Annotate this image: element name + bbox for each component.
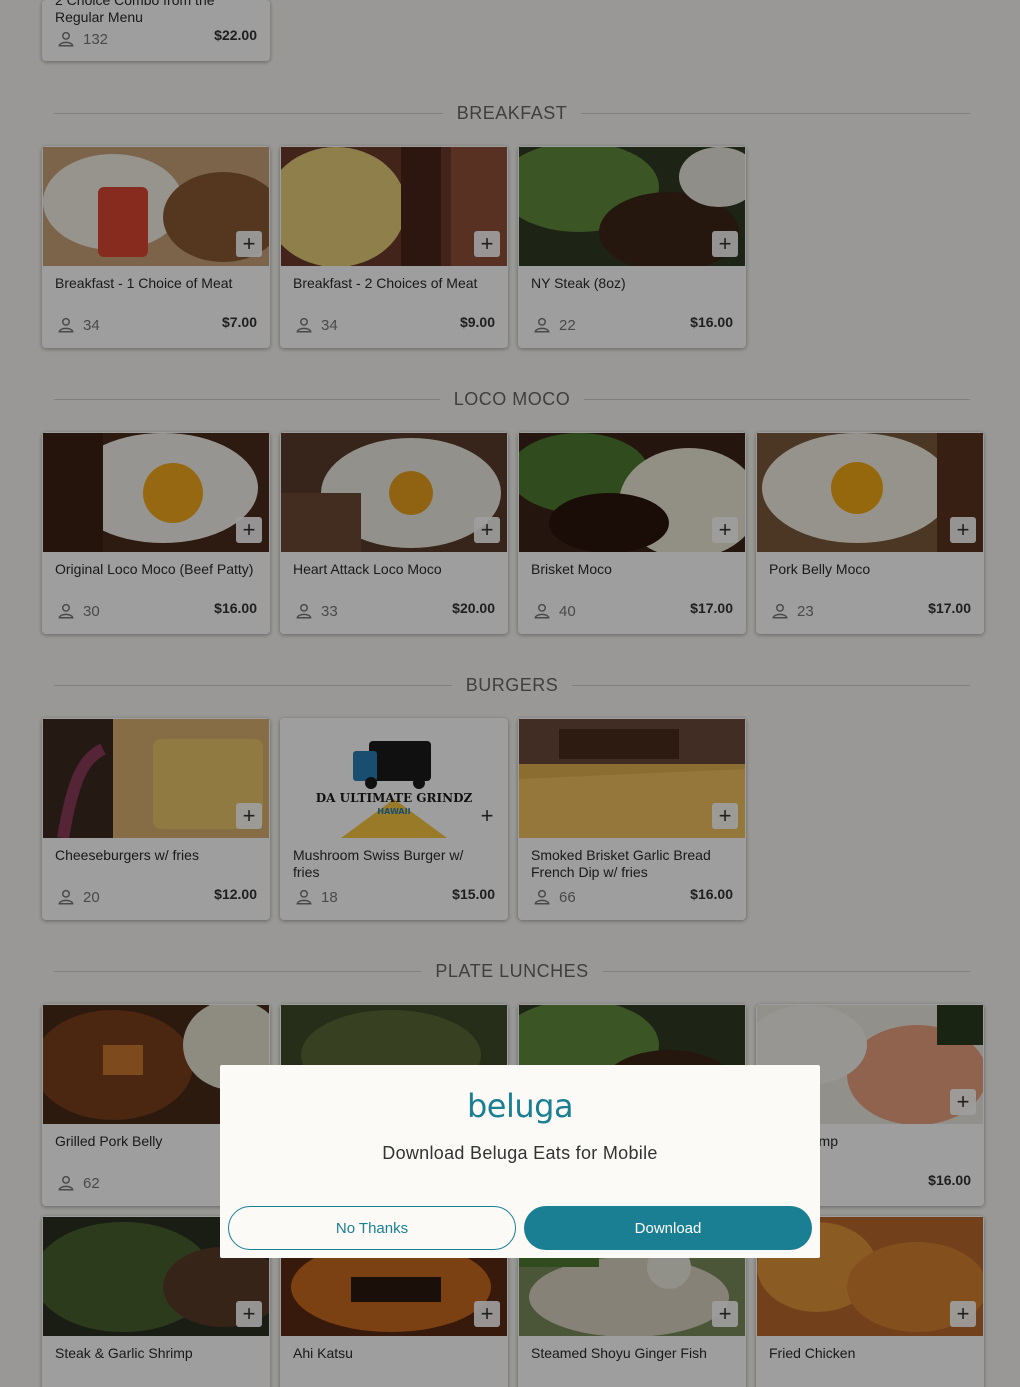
- beluga-logo: beluga: [466, 1087, 574, 1125]
- no-thanks-button[interactable]: No Thanks: [228, 1206, 516, 1250]
- download-app-dialog: beluga Download Beluga Eats for Mobile N…: [220, 1065, 820, 1258]
- dialog-heading: Download Beluga Eats for Mobile: [382, 1143, 658, 1163]
- download-button[interactable]: Download: [524, 1206, 812, 1250]
